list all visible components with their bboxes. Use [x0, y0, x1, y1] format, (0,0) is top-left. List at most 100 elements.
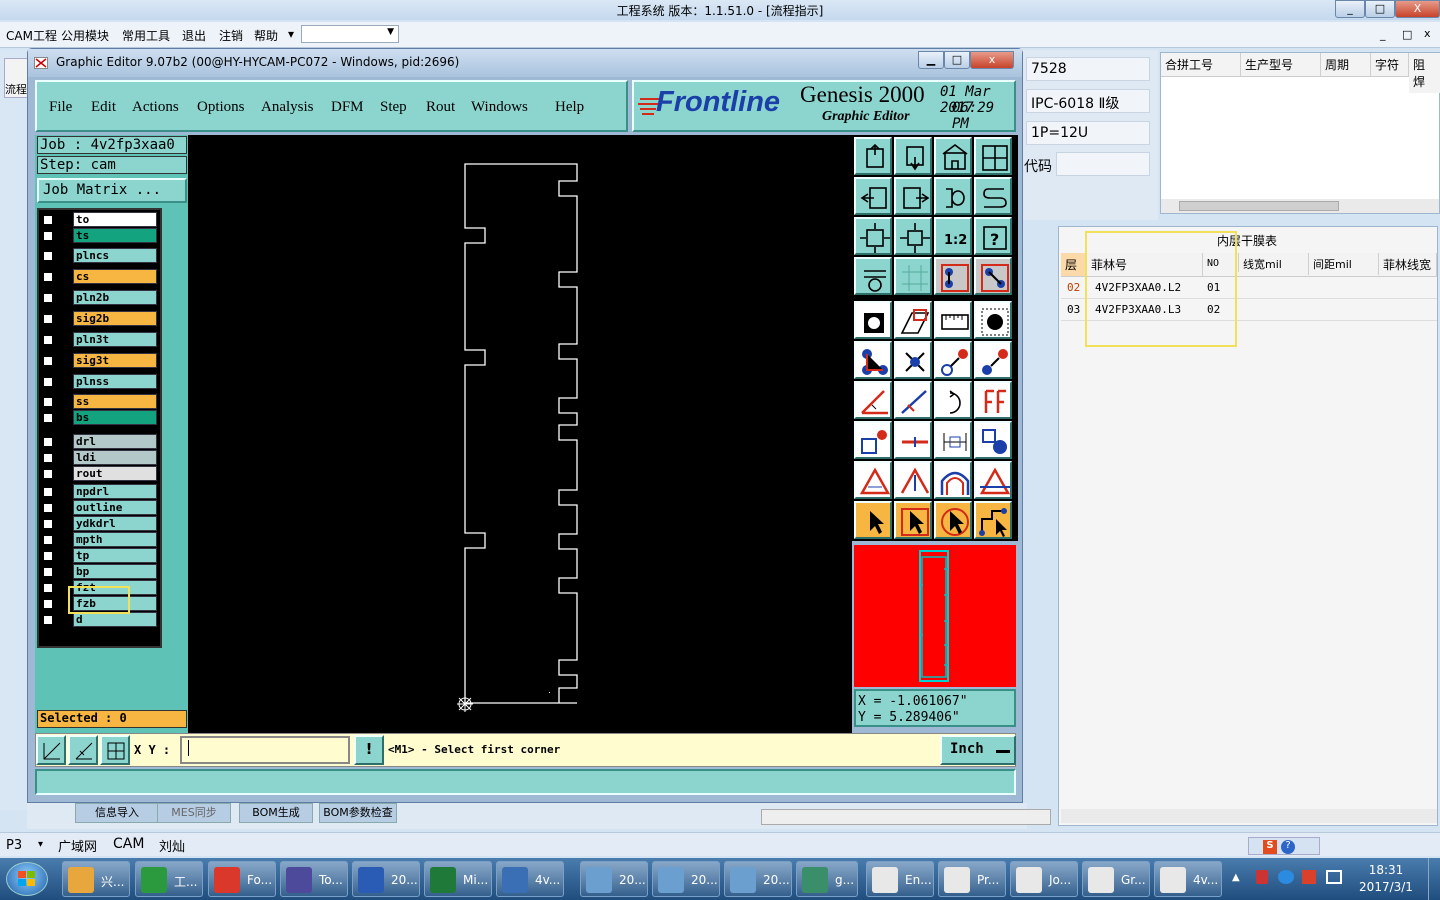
menu-exit[interactable]: 退出	[182, 27, 206, 44]
taskbar-item[interactable]: Pr...	[938, 861, 1006, 897]
layer-name[interactable]: ts	[73, 228, 157, 243]
info-import-button[interactable]: 信息导入	[75, 803, 159, 823]
layer-row[interactable]: bs	[39, 410, 159, 426]
layer-name[interactable]: cs	[73, 269, 157, 284]
mid-scrollbar[interactable]	[761, 809, 1051, 825]
layer-checkbox[interactable]	[43, 551, 53, 561]
netlist-icon[interactable]	[974, 257, 1012, 295]
layer-name[interactable]: rout	[73, 466, 157, 481]
cross-icon[interactable]	[894, 341, 932, 379]
ime-s-icon[interactable]: S	[1263, 840, 1277, 854]
menu-edit[interactable]: Edit	[91, 99, 116, 116]
triangle-3-icon[interactable]	[934, 461, 972, 499]
cluster-icon[interactable]	[974, 421, 1012, 459]
layer-row[interactable]: bp	[39, 564, 159, 580]
layer-row[interactable]: pln3t	[39, 332, 159, 348]
layer-checkbox[interactable]	[43, 437, 53, 447]
menu-logout[interactable]: 注销	[219, 27, 243, 44]
layer-row[interactable]: pln2b	[39, 290, 159, 306]
tray-app-icon[interactable]	[1302, 870, 1316, 884]
menu-common-tools[interactable]: 常用工具	[122, 27, 170, 44]
help-circle-icon[interactable]: ?	[1281, 840, 1295, 854]
taskbar-item[interactable]: 4v...	[1154, 861, 1222, 897]
layer-row[interactable]: sig3t	[39, 353, 159, 369]
start-button[interactable]	[6, 862, 48, 896]
layer-name[interactable]: npdrl	[73, 484, 157, 499]
ge-minimize-button[interactable]: ▁	[918, 51, 944, 69]
arc-icon[interactable]	[934, 381, 972, 419]
layer-row[interactable]: npdrl	[39, 484, 159, 500]
zoom-center-icon[interactable]	[894, 217, 932, 255]
menu-step[interactable]: Step	[380, 99, 407, 116]
layer-checkbox[interactable]	[43, 535, 53, 545]
close-button[interactable]: X	[1395, 0, 1440, 18]
layer-checkbox[interactable]	[43, 377, 53, 387]
scale-1to2-icon[interactable]: 1:2	[934, 217, 972, 255]
scroll-thumb[interactable]	[1179, 201, 1339, 211]
grid-view-icon[interactable]	[894, 257, 932, 295]
zoom-window-icon[interactable]	[974, 137, 1012, 175]
layer-checkbox[interactable]	[43, 615, 53, 625]
layer-name[interactable]: bs	[73, 410, 157, 425]
flow-tab[interactable]: 流程	[4, 58, 28, 98]
layer-name[interactable]: plncs	[73, 248, 157, 263]
ruler-icon[interactable]	[934, 301, 972, 339]
zoom-fit-icon[interactable]	[854, 217, 892, 255]
mes-sync-button[interactable]: MES同步	[157, 803, 231, 823]
pad-feature-icon[interactable]	[854, 301, 892, 339]
menu-options[interactable]: Options	[197, 99, 245, 116]
surface-icon[interactable]	[894, 301, 932, 339]
layer-checkbox[interactable]	[43, 487, 53, 497]
status-tab-wan[interactable]: 广域网	[58, 836, 97, 855]
layer-row[interactable]: ss	[39, 394, 159, 410]
menu-common-module[interactable]: 公用模块	[61, 27, 109, 44]
layer-checkbox[interactable]	[43, 293, 53, 303]
menu-cam-project[interactable]: CAM工程	[6, 27, 57, 44]
show-desktop-button[interactable]	[1428, 858, 1440, 900]
layer-checkbox[interactable]	[43, 335, 53, 345]
status-tab-cam[interactable]: CAM	[113, 836, 144, 852]
layer-checkbox[interactable]	[43, 251, 53, 261]
layer-row[interactable]: outline	[39, 500, 159, 516]
layer-name[interactable]: ldi	[73, 450, 157, 465]
help-query-icon[interactable]: ?	[974, 217, 1012, 255]
menu-analysis[interactable]: Analysis	[261, 99, 314, 116]
layer-row[interactable]: plncs	[39, 248, 159, 264]
xy-input[interactable]	[180, 736, 350, 764]
field-1[interactable]: 7528	[1026, 57, 1150, 81]
layer-checkbox[interactable]	[43, 215, 53, 225]
taskbar-item[interactable]: g...	[796, 861, 858, 897]
maximize-button[interactable]: □	[1365, 0, 1395, 18]
combo-arrow-icon[interactable]: ▼	[387, 27, 394, 37]
taskbar-item[interactable]: En...	[866, 861, 934, 897]
layer-checkbox[interactable]	[43, 231, 53, 241]
pan-right-icon[interactable]	[894, 177, 932, 215]
graphic-canvas[interactable]	[188, 135, 852, 733]
snap-icon[interactable]	[36, 735, 66, 765]
layer-name[interactable]: pln2b	[73, 290, 157, 305]
angle-icon[interactable]	[854, 381, 892, 419]
layer-checkbox[interactable]	[43, 567, 53, 577]
point-to-point-icon[interactable]	[974, 341, 1012, 379]
copy-feature-icon[interactable]	[854, 421, 892, 459]
job-matrix-button[interactable]: Job Matrix ...	[37, 178, 187, 203]
layer-name[interactable]: tp	[73, 548, 157, 563]
layer-checkbox[interactable]	[43, 469, 53, 479]
tray-date[interactable]: 2017/3/1	[1356, 880, 1416, 894]
layer-row[interactable]: plnss	[39, 374, 159, 390]
connect-icon[interactable]	[854, 341, 892, 379]
menu-help[interactable]: 帮助	[254, 27, 278, 44]
flip-icon[interactable]	[974, 381, 1012, 419]
sub-close-button[interactable]: x	[1424, 27, 1431, 40]
status-p3[interactable]: P3	[6, 838, 22, 853]
layer-row[interactable]: sig2b	[39, 311, 159, 327]
layer-name[interactable]: mpth	[73, 532, 157, 547]
layer-checkbox[interactable]	[43, 503, 53, 513]
layer-row[interactable]: drl	[39, 434, 159, 450]
tray-browser-icon[interactable]	[1278, 870, 1294, 884]
pan-left-icon[interactable]	[854, 177, 892, 215]
layer-row[interactable]: mpth	[39, 532, 159, 548]
layer-checkbox[interactable]	[43, 314, 53, 324]
layer-name[interactable]: sig3t	[73, 353, 157, 368]
measure-icon[interactable]	[68, 735, 98, 765]
